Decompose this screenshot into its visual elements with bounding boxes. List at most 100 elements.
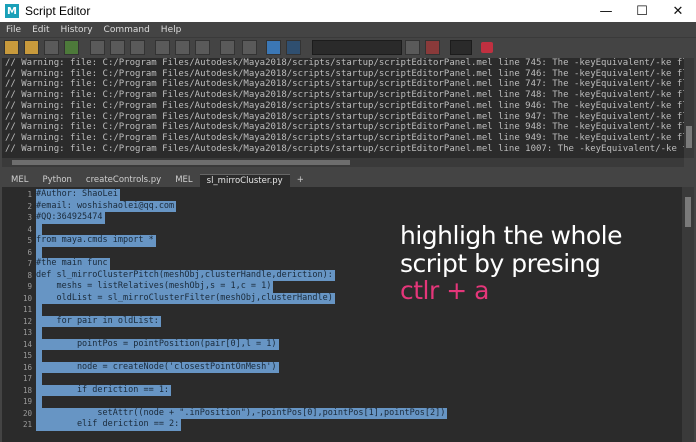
line-number: 5 <box>27 236 32 245</box>
search-field[interactable] <box>312 40 402 55</box>
line-number: 4 <box>27 224 32 234</box>
line-number: 1 <box>27 190 32 199</box>
code-line: 14 pointPos = pointPosition(pair[0],l = … <box>2 338 682 350</box>
execute-all-icon[interactable] <box>266 40 281 55</box>
line-number: 12 <box>22 316 32 326</box>
tab-sl-mirro-cluster[interactable]: sl_mirroCluster.py <box>199 174 290 187</box>
code-line: 18 if deriction == 1: <box>2 384 682 396</box>
open-script-icon[interactable] <box>4 40 19 55</box>
history-line: // Warning: file: C:/Program Files/Autod… <box>5 143 684 154</box>
code-text: node = createNode('closestPointOnMesh') <box>36 361 279 373</box>
line-number: 21 <box>22 420 32 429</box>
history-panel[interactable]: // Warning: file: C:/Program Files/Autod… <box>2 58 684 158</box>
line-number: 13 <box>22 328 32 337</box>
tab-mel[interactable]: MEL <box>4 174 35 187</box>
history-horizontal-scrollbar[interactable] <box>2 158 684 167</box>
line-number: 16 <box>22 362 32 372</box>
line-number: 19 <box>22 397 32 406</box>
clear-history-icon[interactable] <box>90 40 105 55</box>
tutorial-annotation: highligh the whole script by presing ctl… <box>400 222 690 305</box>
code-line: 2 #email: woshishaolei@qq.com <box>2 200 682 212</box>
menu-history[interactable]: History <box>61 25 93 35</box>
line-number: 15 <box>22 351 32 360</box>
code-line: 21 elif deriction == 2: <box>2 419 682 431</box>
code-text: for pair in oldList: <box>36 315 161 327</box>
line-number: 14 <box>22 339 32 349</box>
code-line: 16 node = createNode('closestPointOnMesh… <box>2 361 682 373</box>
clear-input-icon[interactable] <box>110 40 125 55</box>
code-text <box>36 304 42 316</box>
annotation-line-3: ctlr + a <box>400 276 489 305</box>
code-text <box>36 246 42 258</box>
show-input-icon[interactable] <box>175 40 190 55</box>
code-line: 13 <box>2 327 682 339</box>
line-number: 9 <box>27 282 32 291</box>
code-text: pointPos = pointPosition(pair[0],l = 1) <box>36 338 279 350</box>
line-number: 18 <box>22 385 32 395</box>
history-line: // Warning: file: C:/Program Files/Autod… <box>5 68 684 79</box>
menu-help[interactable]: Help <box>161 25 182 35</box>
close-button[interactable]: ✕ <box>660 0 696 22</box>
scroll-thumb[interactable] <box>686 126 692 148</box>
source-script-icon[interactable] <box>24 40 39 55</box>
save-to-shelf-icon[interactable] <box>64 40 79 55</box>
show-history-icon[interactable] <box>155 40 170 55</box>
history-line: // Warning: file: C:/Program Files/Autod… <box>5 90 684 101</box>
line-number: 17 <box>22 374 32 383</box>
code-text: #QQ:364925474 <box>36 212 105 224</box>
history-line: // Warning: file: C:/Program Files/Autod… <box>5 79 684 90</box>
goto-line-icon[interactable] <box>481 42 493 53</box>
code-text: from maya.cmds import * <box>36 235 156 247</box>
code-line: 20 setAttr((node + ".inPosition"),-point… <box>2 407 682 419</box>
tab-create-controls[interactable]: createControls.py <box>79 174 168 187</box>
code-line: 12 for pair in oldList: <box>2 315 682 327</box>
add-tab-button[interactable]: + <box>290 174 311 187</box>
code-text <box>36 327 42 339</box>
code-text: #Author: ShaoLei <box>36 189 120 201</box>
scroll-thumb[interactable] <box>12 160 350 165</box>
code-text: if deriction == 1: <box>36 384 172 396</box>
annotation-line-1: highligh the whole <box>400 221 622 250</box>
execute-selected-icon[interactable] <box>286 40 301 55</box>
code-text <box>36 373 42 385</box>
line-number: 7 <box>27 259 32 268</box>
tab-bar: MEL Python createControls.py MEL sl_mirr… <box>0 173 696 187</box>
tab-python[interactable]: Python <box>35 174 78 187</box>
history-line: // Warning: file: C:/Program Files/Autod… <box>5 132 684 143</box>
show-both-icon[interactable] <box>195 40 210 55</box>
line-number: 8 <box>27 270 32 280</box>
tab-mel-2[interactable]: MEL <box>168 174 199 187</box>
menu-file[interactable]: File <box>6 25 21 35</box>
title-bar: M Script Editor — ☐ ✕ <box>0 0 696 22</box>
history-line: // Warning: file: C:/Program Files/Autod… <box>5 58 684 68</box>
code-text: #email: woshishaolei@qq.com <box>36 200 177 212</box>
history-vertical-scrollbar[interactable] <box>684 58 694 158</box>
search-down-icon[interactable] <box>405 40 420 55</box>
menu-edit[interactable]: Edit <box>32 25 49 35</box>
code-text: #the main func <box>36 258 110 270</box>
goto-line-field[interactable] <box>450 40 472 55</box>
annotation-line-2: script by presing <box>400 248 601 278</box>
search-up-icon[interactable] <box>425 40 440 55</box>
line-numbers-icon[interactable] <box>242 40 257 55</box>
code-line: 15 <box>2 350 682 362</box>
minimize-button[interactable]: — <box>588 0 624 22</box>
line-number: 3 <box>27 213 32 222</box>
code-line: 1 #Author: ShaoLei <box>2 189 682 201</box>
clear-all-icon[interactable] <box>130 40 145 55</box>
code-text <box>36 350 42 362</box>
menu-command[interactable]: Command <box>104 25 150 35</box>
line-number: 11 <box>22 305 32 314</box>
maximize-button[interactable]: ☐ <box>624 0 660 22</box>
echo-commands-icon[interactable] <box>220 40 235 55</box>
code-text: def sl_mirroClusterPitch(meshObj,cluster… <box>36 269 335 281</box>
code-text: elif deriction == 2: <box>36 419 182 431</box>
history-line: // Warning: file: C:/Program Files/Autod… <box>5 122 684 133</box>
save-script-icon[interactable] <box>44 40 59 55</box>
code-text <box>36 396 42 408</box>
code-text: oldList = sl_mirroClusterFilter(meshObj,… <box>36 292 335 304</box>
code-text <box>36 223 42 235</box>
maya-app-icon: M <box>5 4 19 18</box>
code-line: 11 <box>2 304 682 316</box>
history-line: // Warning: file: C:/Program Files/Autod… <box>5 111 684 122</box>
